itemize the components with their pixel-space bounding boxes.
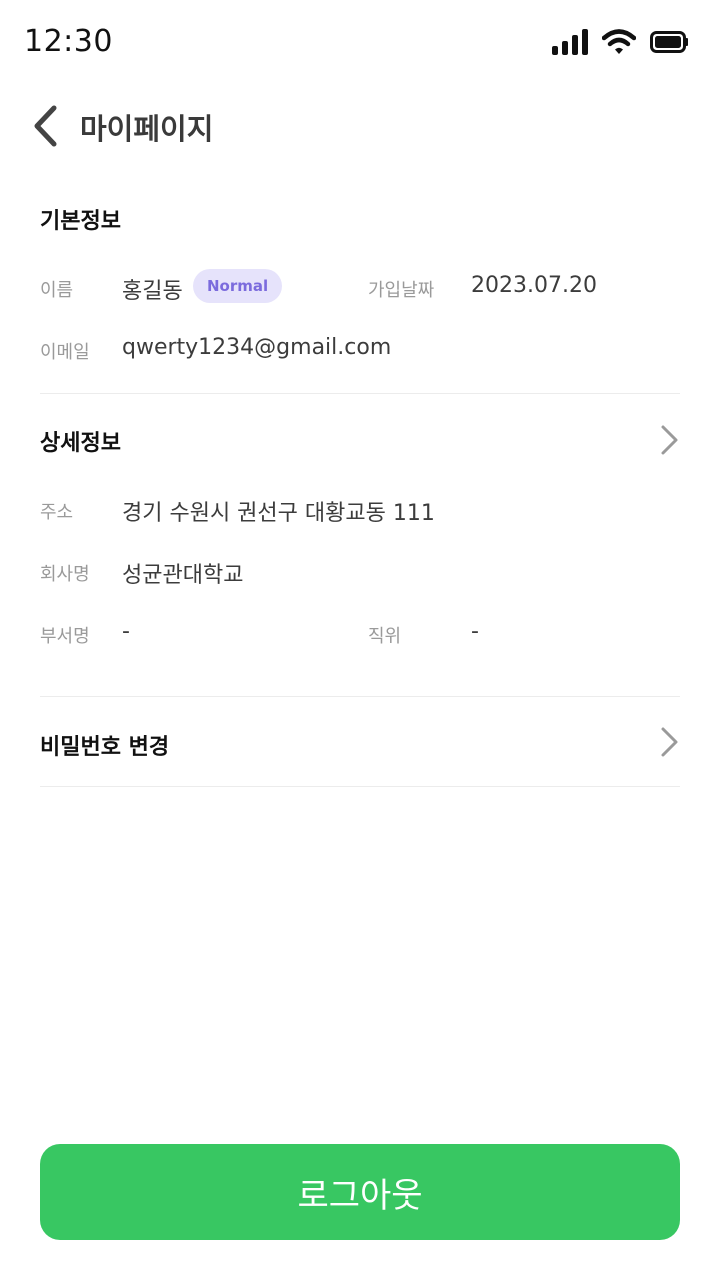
position-label: 직위 bbox=[368, 626, 402, 647]
my-page-screen: 12:30 마이페이지 기본정보 이름 홍길동 Normal 가입날짜 2023… bbox=[0, 0, 720, 1280]
change-password-title: 비밀번호 변경 bbox=[40, 735, 170, 760]
name-value: 홍길동 bbox=[122, 279, 183, 304]
membership-badge: Normal bbox=[193, 269, 283, 303]
position-value: - bbox=[471, 619, 479, 644]
address-label: 주소 bbox=[40, 502, 74, 523]
header: 마이페이지 bbox=[0, 96, 720, 156]
name-label: 이름 bbox=[40, 280, 74, 301]
department-value: - bbox=[122, 619, 130, 644]
detail-info-row[interactable]: 상세정보 bbox=[0, 410, 720, 470]
wifi-icon bbox=[602, 29, 636, 54]
chevron-left-icon bbox=[34, 105, 57, 147]
basic-info-title: 기본정보 bbox=[40, 209, 121, 234]
battery-icon bbox=[650, 31, 688, 53]
join-date-value: 2023.07.20 bbox=[471, 273, 597, 298]
company-value: 성균관대학교 bbox=[122, 563, 244, 588]
chevron-right-icon bbox=[661, 425, 678, 455]
email-label: 이메일 bbox=[40, 342, 90, 363]
divider bbox=[40, 696, 680, 697]
chevron-right-icon bbox=[661, 727, 678, 757]
status-bar: 12:30 bbox=[0, 0, 720, 86]
page-title: 마이페이지 bbox=[80, 112, 214, 146]
logout-button[interactable]: 로그아웃 bbox=[40, 1144, 680, 1240]
cellular-signal-icon bbox=[552, 29, 588, 55]
detail-info-title: 상세정보 bbox=[40, 431, 121, 456]
change-password-row[interactable]: 비밀번호 변경 bbox=[0, 712, 720, 772]
status-icons bbox=[552, 28, 688, 56]
join-date-label: 가입날짜 bbox=[368, 280, 435, 301]
status-time: 12:30 bbox=[24, 24, 113, 59]
email-value: qwerty1234@gmail.com bbox=[122, 335, 392, 360]
divider bbox=[40, 393, 680, 394]
company-label: 회사명 bbox=[40, 564, 90, 585]
back-button[interactable] bbox=[28, 104, 68, 148]
department-label: 부서명 bbox=[40, 626, 90, 647]
divider bbox=[40, 786, 680, 787]
address-value: 경기 수원시 권선구 대황교동 111 bbox=[122, 501, 435, 526]
